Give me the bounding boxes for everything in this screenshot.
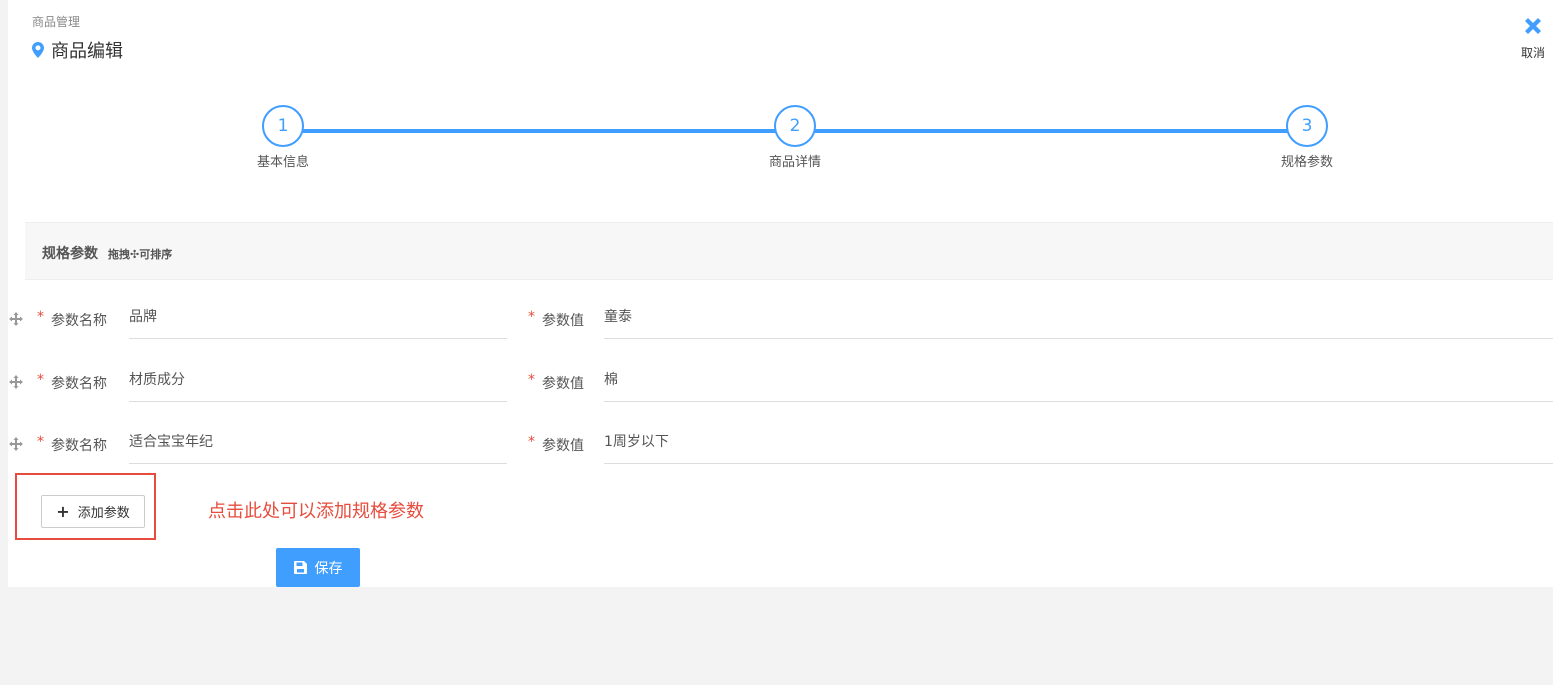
param-row: * 参数名称 材质成分 * 参数值 棉	[8, 361, 1553, 419]
cancel-button[interactable]: 取消	[1513, 14, 1553, 61]
step-product-details[interactable]: 2 商品详情	[735, 105, 855, 170]
param-value-label: 参数值	[542, 438, 584, 454]
add-param-label: 添加参数	[77, 506, 130, 521]
step-label: 规格参数	[1280, 155, 1333, 170]
step-number: 1	[262, 105, 304, 147]
param-row: * 参数名称 品牌 * 参数值 童泰	[8, 298, 1553, 356]
drag-handle-icon[interactable]	[9, 375, 23, 389]
required-mark: *	[528, 309, 535, 325]
main-panel: 商品管理 商品编辑 取消 1 基本信息 2 商品详情 3 规格参数 规格参数 拖…	[8, 0, 1553, 587]
step-spec-params[interactable]: 3 规格参数	[1247, 105, 1367, 170]
page-title: 商品编辑	[51, 41, 123, 62]
param-name-label: 参数名称	[51, 313, 107, 329]
save-button[interactable]: 保存	[276, 548, 360, 587]
plus-icon: +	[56, 501, 70, 521]
param-name-input[interactable]: 品牌	[129, 298, 507, 339]
drag-handle-icon[interactable]	[9, 437, 23, 451]
step-basic-info[interactable]: 1 基本信息	[223, 105, 343, 170]
step-number: 3	[1286, 105, 1328, 147]
param-value-input[interactable]: 童泰	[604, 298, 1553, 339]
required-mark: *	[37, 434, 44, 450]
required-mark: *	[528, 434, 535, 450]
step-connector-2-3	[815, 129, 1309, 133]
param-row: * 参数名称 适合宝宝年纪 * 参数值 1周岁以下	[8, 423, 1553, 481]
breadcrumb: 商品管理	[32, 15, 81, 29]
param-value-input[interactable]: 1周岁以下	[604, 423, 1553, 464]
required-mark: *	[37, 309, 44, 325]
location-pin-icon	[32, 42, 44, 58]
param-value-label: 参数值	[542, 313, 584, 329]
required-mark: *	[37, 372, 44, 388]
annotation-text: 点击此处可以添加规格参数	[208, 501, 424, 522]
step-label: 商品详情	[768, 155, 821, 170]
step-connector-1-2	[303, 129, 797, 133]
param-value-input[interactable]: 棉	[604, 361, 1553, 402]
floppy-disk-icon	[293, 561, 307, 574]
section-title: 规格参数	[42, 246, 98, 262]
section-hint: 拖拽✣可排序	[108, 248, 173, 261]
required-mark: *	[528, 372, 535, 388]
cancel-label: 取消	[1520, 46, 1545, 60]
param-name-label: 参数名称	[51, 438, 107, 454]
page-title-row: 商品编辑	[32, 37, 123, 63]
param-value-label: 参数值	[542, 376, 584, 392]
param-name-label: 参数名称	[51, 376, 107, 392]
section-header: 规格参数 拖拽✣可排序	[25, 222, 1553, 280]
step-number: 2	[774, 105, 816, 147]
step-label: 基本信息	[256, 155, 309, 170]
close-icon	[1525, 18, 1541, 34]
save-label: 保存	[314, 560, 343, 577]
param-name-input[interactable]: 适合宝宝年纪	[129, 423, 507, 464]
param-name-input[interactable]: 材质成分	[129, 361, 507, 402]
add-param-button[interactable]: + 添加参数	[41, 495, 145, 528]
drag-handle-icon[interactable]	[9, 312, 23, 326]
